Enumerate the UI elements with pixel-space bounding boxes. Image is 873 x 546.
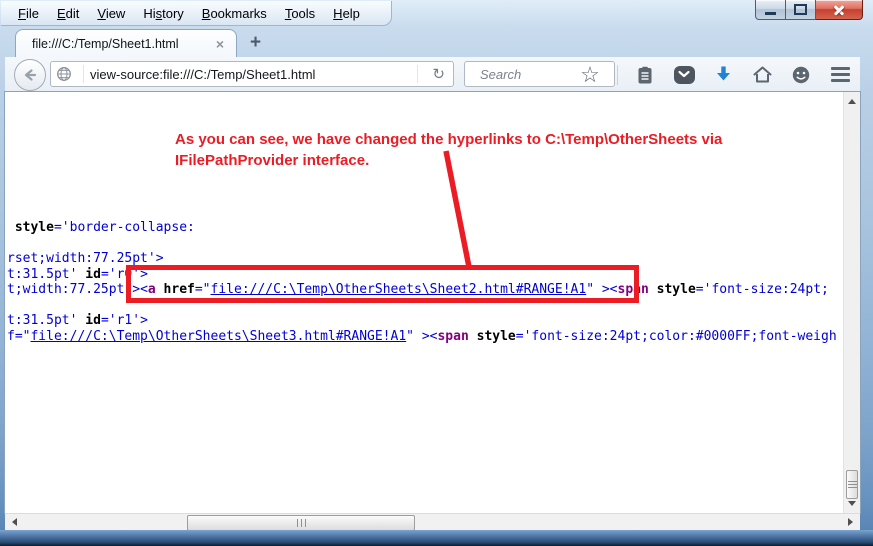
globe-icon xyxy=(51,62,77,86)
tab-close-icon[interactable]: × xyxy=(214,37,226,51)
source-segment xyxy=(649,282,657,297)
source-segment: style xyxy=(477,329,516,344)
menu-item-edit[interactable]: Edit xyxy=(48,3,88,24)
source-segment: f=" xyxy=(7,329,30,344)
annotation-line-2: IFilePathProvider interface. xyxy=(175,150,722,171)
source-segment: t:31.5pt' xyxy=(7,313,85,328)
source-segment: t;width:77.25pt'> xyxy=(7,282,140,297)
home-icon[interactable] xyxy=(750,63,774,87)
highlight-box xyxy=(126,265,639,303)
scroll-right-arrow[interactable] xyxy=(848,518,853,526)
back-button[interactable] xyxy=(14,59,46,91)
source-line: style='border-collapse: xyxy=(7,220,837,236)
menu-item-history[interactable]: History xyxy=(134,3,192,24)
source-segment: rset;width:77.25pt'> xyxy=(7,251,164,266)
urlbar-divider xyxy=(83,65,84,83)
urlbar-divider xyxy=(417,65,418,83)
navigation-toolbar: ↻ ☆ xyxy=(5,57,860,92)
close-button[interactable] xyxy=(816,0,863,20)
vertical-scrollbar[interactable] xyxy=(843,92,860,513)
source-segment: ='font-size:24pt; xyxy=(696,282,829,297)
menu-item-tools[interactable]: Tools xyxy=(276,3,324,24)
source-segment: t:31.5pt' xyxy=(7,267,85,282)
source-segment: span xyxy=(437,329,468,344)
url-input[interactable] xyxy=(90,67,411,82)
minimize-icon xyxy=(765,12,776,15)
scroll-down-arrow[interactable] xyxy=(848,501,856,506)
pocket-icon[interactable] xyxy=(672,63,696,87)
page-content: As you can see, we have changed the hype… xyxy=(5,92,860,513)
source-segment: id xyxy=(85,313,101,328)
annotation-line-1: As you can see, we have changed the hype… xyxy=(175,129,722,150)
maximize-button[interactable] xyxy=(786,0,816,20)
new-tab-button[interactable]: + xyxy=(250,33,261,52)
source-line: t:31.5pt' id='r1'> xyxy=(7,313,837,329)
source-segment: ='border-collapse: xyxy=(54,220,195,235)
source-segment: ='font-size:24pt;color:#0000FF;font-weig… xyxy=(516,329,837,344)
back-arrow-icon xyxy=(21,66,39,84)
menu-item-view[interactable]: View xyxy=(88,3,134,24)
source-link[interactable]: file:///C:\Temp\OtherSheets\Sheet3.html#… xyxy=(30,329,406,344)
window-controls xyxy=(755,0,863,20)
downloads-icon[interactable] xyxy=(711,63,735,87)
menu-item-help[interactable]: Help xyxy=(324,3,369,24)
reading-list-icon[interactable] xyxy=(633,63,657,87)
source-segment: ='r1'> xyxy=(101,313,148,328)
menu-bar: FileEditViewHistoryBookmarksToolsHelp xyxy=(1,1,392,26)
source-segment: " >< xyxy=(406,329,437,344)
url-bar[interactable]: ↻ xyxy=(50,61,454,87)
tab-sheet1[interactable]: file:///C:/Temp/Sheet1.html × xyxy=(15,29,237,58)
horizontal-scroll-thumb[interactable] xyxy=(187,515,415,531)
close-icon xyxy=(832,3,846,17)
source-line: f="file:///C:\Temp\OtherSheets\Sheet3.ht… xyxy=(7,329,837,345)
window-bottom-border xyxy=(0,530,873,546)
menu-item-file[interactable]: File xyxy=(9,3,48,24)
scroll-up-arrow[interactable] xyxy=(848,99,856,104)
bookmark-star-icon[interactable]: ☆ xyxy=(578,63,602,87)
horizontal-scrollbar[interactable] xyxy=(5,513,860,530)
toolbar-icons: ☆ xyxy=(578,57,852,92)
source-segment xyxy=(469,329,477,344)
maximize-icon xyxy=(794,4,807,15)
annotation-text: As you can see, we have changed the hype… xyxy=(175,129,722,171)
scroll-left-arrow[interactable] xyxy=(12,518,17,526)
vertical-scroll-thumb[interactable] xyxy=(846,470,858,499)
source-segment: id xyxy=(85,267,101,282)
menu-item-bookmarks[interactable]: Bookmarks xyxy=(193,3,276,24)
toolbar-divider xyxy=(617,65,618,85)
reload-icon[interactable]: ↻ xyxy=(424,67,453,82)
menu-hamburger-icon[interactable] xyxy=(828,63,852,87)
minimize-button[interactable] xyxy=(755,0,786,20)
source-segment: style xyxy=(7,220,54,235)
browser-window: FileEditViewHistoryBookmarksToolsHelp fi… xyxy=(0,0,873,546)
tab-title: file:///C:/Temp/Sheet1.html xyxy=(32,37,214,51)
source-segment: style xyxy=(657,282,696,297)
source-line xyxy=(7,236,837,252)
hello-smiley-icon[interactable] xyxy=(789,63,813,87)
